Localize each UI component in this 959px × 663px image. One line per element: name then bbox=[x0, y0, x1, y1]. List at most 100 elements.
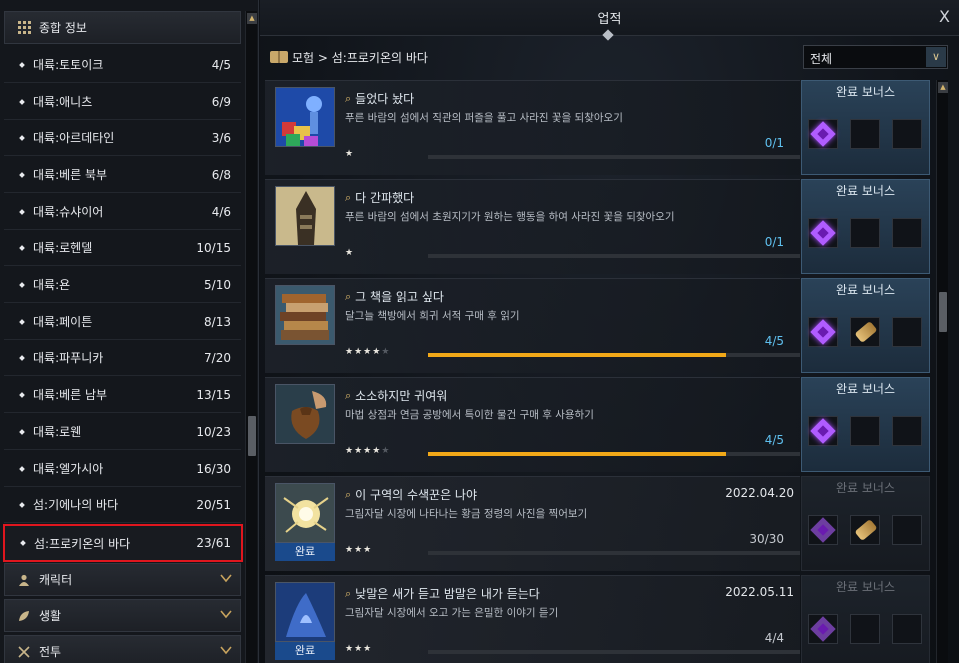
magnifier-icon[interactable]: ⌕ bbox=[345, 92, 351, 106]
achievement-shadow-icon bbox=[275, 582, 335, 642]
reward-slot[interactable] bbox=[808, 515, 838, 545]
completion-bonus-panel[interactable]: 완료 보너스 bbox=[801, 179, 930, 274]
section-overview[interactable]: 종합 정보 bbox=[4, 11, 241, 44]
reward-slot[interactable] bbox=[808, 614, 838, 644]
progress-text: 4/5 bbox=[764, 334, 784, 348]
progress-text: 0/1 bbox=[764, 136, 784, 150]
completion-bonus-panel[interactable]: 완료 보너스 bbox=[801, 575, 930, 663]
close-button[interactable]: X bbox=[939, 7, 950, 26]
sidebar-item-tototike[interactable]: 대륙:토토이크 4/5 bbox=[4, 47, 241, 83]
sidebar-item-south-vern[interactable]: 대륙:베른 남부 13/15 bbox=[4, 377, 241, 413]
star-icon: ★ bbox=[381, 347, 391, 357]
scroll-thumb[interactable] bbox=[939, 292, 947, 332]
progress-text: 0/1 bbox=[764, 235, 784, 249]
reward-slot bbox=[850, 416, 880, 446]
section-label: 캐릭터 bbox=[39, 573, 73, 587]
achievement-books-icon bbox=[275, 285, 335, 345]
scroll-up-arrow-icon[interactable]: ▲ bbox=[938, 82, 948, 93]
sidebar-item-count: 10/15 bbox=[196, 240, 231, 255]
sidebar-item-procyon-sea[interactable]: 섬:프로키온의 바다 23/61 bbox=[3, 524, 243, 562]
sidebar-item-giena-sea[interactable]: 섬:기에나의 바다 20/51 bbox=[4, 487, 241, 523]
sidebar-item-arthetine[interactable]: 대륙:아르데타인 3/6 bbox=[4, 120, 241, 156]
breadcrumb: 모험 > 섬:프로키온의 바다 bbox=[270, 46, 428, 68]
star-icon: ★ bbox=[354, 347, 364, 357]
reward-slot[interactable] bbox=[808, 119, 838, 149]
section-character[interactable]: 캐릭터 bbox=[4, 563, 241, 596]
achievement-name: 낮말은 새가 듣고 밤말은 내가 듣는다 bbox=[355, 587, 540, 601]
sidebar-item-rowen[interactable]: 대륙:로웬 10/23 bbox=[4, 414, 241, 450]
purple-gem-icon bbox=[810, 121, 836, 147]
sidebar-scrollbar[interactable]: ▲ bbox=[245, 11, 257, 663]
achievement-row[interactable]: ⌕ 소소하지만 귀여워 마법 상점과 연금 공방에서 특이한 물건 구매 후 사용… bbox=[260, 377, 934, 472]
sidebar-item-label: 대륙:엘가시아 bbox=[33, 462, 104, 476]
achievement-body: 완료 ⌕ 낮말은 새가 듣고 밤말은 내가 듣는다 2022.05.11 그림자달… bbox=[265, 575, 800, 663]
sidebar-item-label: 대륙:토토이크 bbox=[33, 58, 104, 72]
star-icon: ★ bbox=[345, 149, 355, 159]
category-sidebar: 종합 정보 대륙:토토이크 4/5 대륙:애니츠 6/9 대륙:아르데타인 3/6 대… bbox=[0, 0, 259, 663]
reward-slot[interactable] bbox=[808, 317, 838, 347]
sidebar-item-elgacia[interactable]: 대륙:엘가시아 16/30 bbox=[4, 451, 241, 487]
achievement-row[interactable]: 완료 ⌕ 낮말은 새가 듣고 밤말은 내가 듣는다 2022.05.11 그림자달… bbox=[260, 575, 934, 663]
section-label: 종합 정보 bbox=[39, 21, 87, 35]
reward-slot[interactable] bbox=[808, 218, 838, 248]
sidebar-item-rohendel[interactable]: 대륙:로헨델 10/15 bbox=[4, 230, 241, 266]
achievement-title: ⌕ 그 책을 읽고 싶다 bbox=[345, 288, 444, 305]
sidebar-item-label: 섬:기에나의 바다 bbox=[33, 498, 119, 512]
purple-gem-icon bbox=[810, 418, 836, 444]
magnifier-icon[interactable]: ⌕ bbox=[345, 290, 351, 304]
magnifier-icon[interactable]: ⌕ bbox=[345, 587, 351, 601]
sidebar-item-count: 8/13 bbox=[204, 314, 231, 329]
star-rating: ★ bbox=[345, 149, 354, 159]
sidebar-item-count: 16/30 bbox=[196, 461, 231, 476]
achievement-body: ⌕ 들었다 놨다 푸른 바람의 섬에서 직관의 퍼즐을 풀고 사라진 꽃을 되찾아… bbox=[265, 80, 800, 175]
star-icon: ★ bbox=[363, 347, 373, 357]
completion-bonus-panel[interactable]: 완료 보너스 bbox=[801, 278, 930, 373]
achievement-desc: 푸른 바람의 섬에서 초원지기가 원하는 행동을 하여 사라진 꽃을 되찾아오기 bbox=[345, 211, 675, 223]
filter-dropdown[interactable]: 전체 ∨ bbox=[803, 45, 948, 69]
sidebar-item-feiton[interactable]: 대륙:페이튼 8/13 bbox=[4, 304, 241, 340]
reward-slot bbox=[892, 614, 922, 644]
sidebar-item-shushire[interactable]: 대륙:슈샤이어 4/6 bbox=[4, 194, 241, 230]
reward-slot[interactable] bbox=[850, 317, 880, 347]
magnifier-icon[interactable]: ⌕ bbox=[345, 488, 351, 502]
achievement-title: ⌕ 들었다 놨다 bbox=[345, 90, 414, 107]
reward-slot bbox=[850, 614, 880, 644]
person-icon bbox=[17, 573, 31, 587]
achievement-row[interactable]: ⌕ 다 간파했다 푸른 바람의 섬에서 초원지기가 원하는 행동을 하여 사라진 … bbox=[260, 179, 934, 274]
completion-bonus-panel[interactable]: 완료 보너스 bbox=[801, 476, 930, 571]
achievement-gifts-icon bbox=[275, 87, 335, 147]
sidebar-item-punika[interactable]: 대륙:파푸니카 7/20 bbox=[4, 340, 241, 376]
achievement-scrollbar[interactable]: ▲ bbox=[936, 80, 948, 663]
sidebar-item-label: 대륙:슈샤이어 bbox=[33, 205, 104, 219]
achievement-desc: 그림자달 시장에서 오고 가는 은밀한 이야기 듣기 bbox=[345, 607, 559, 619]
achievement-title: ⌕ 낮말은 새가 듣고 밤말은 내가 듣는다 bbox=[345, 585, 540, 602]
sidebar-item-anikka[interactable]: 대륙:애니츠 6/9 bbox=[4, 84, 241, 120]
bonus-title: 완료 보너스 bbox=[835, 382, 895, 396]
completion-bonus-panel[interactable]: 완료 보너스 bbox=[801, 377, 930, 472]
bullet-icon bbox=[19, 134, 25, 141]
sidebar-item-count: 6/8 bbox=[211, 167, 231, 182]
achievement-row[interactable]: ⌕ 그 책을 읽고 싶다 달그늘 책방에서 희귀 서적 구매 후 읽기 ★★★★★… bbox=[260, 278, 934, 373]
reward-slot[interactable] bbox=[850, 515, 880, 545]
magnifier-icon[interactable]: ⌕ bbox=[345, 389, 351, 403]
sidebar-item-yorn[interactable]: 대륙:욘 5/10 bbox=[4, 267, 241, 303]
star-icon: ★ bbox=[345, 644, 355, 654]
completion-bonus-panel[interactable]: 완료 보너스 bbox=[801, 80, 930, 175]
bullet-icon bbox=[19, 428, 25, 435]
star-icon: ★ bbox=[354, 644, 364, 654]
achievement-row[interactable]: ⌕ 들었다 놨다 푸른 바람의 섬에서 직관의 퍼즐을 풀고 사라진 꽃을 되찾아… bbox=[260, 80, 934, 175]
chevron-down-icon[interactable]: ∨ bbox=[926, 47, 946, 67]
completed-badge: 완료 bbox=[275, 543, 335, 561]
reward-slot[interactable] bbox=[808, 416, 838, 446]
achievement-row[interactable]: 완료 ⌕ 이 구역의 수색꾼은 나야 2022.04.20 그림자달 시장에 나타… bbox=[260, 476, 934, 571]
window-title: 업적 bbox=[597, 12, 622, 27]
section-life[interactable]: 생활 bbox=[4, 599, 241, 632]
scroll-up-arrow-icon[interactable]: ▲ bbox=[247, 13, 257, 24]
magnifier-icon[interactable]: ⌕ bbox=[345, 191, 351, 205]
sidebar-item-north-vern[interactable]: 대륙:베른 북부 6/8 bbox=[4, 157, 241, 193]
section-combat[interactable]: 전투 bbox=[4, 635, 241, 663]
title-bar: 업적 X bbox=[260, 0, 959, 41]
scroll-thumb[interactable] bbox=[248, 416, 256, 456]
completion-date: 2022.04.20 bbox=[725, 486, 794, 500]
sidebar-item-label: 대륙:베른 남부 bbox=[33, 388, 108, 402]
